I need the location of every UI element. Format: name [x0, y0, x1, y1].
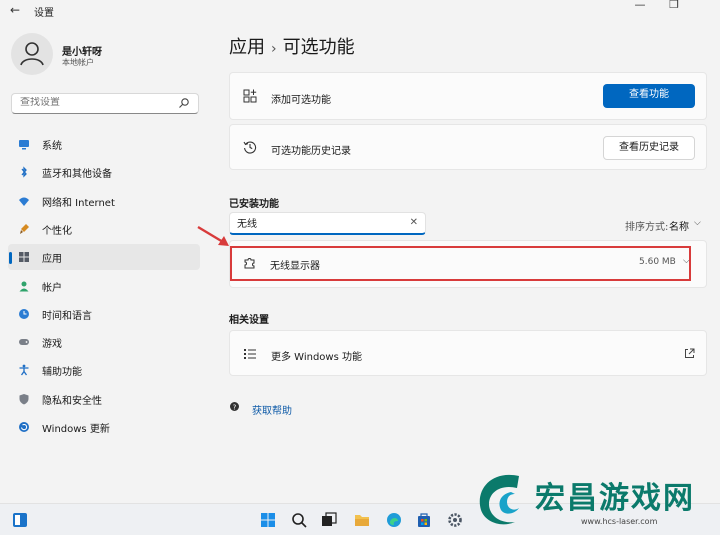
watermark-url: www.hcs-laser.com: [581, 517, 658, 526]
user-name: 是小轩呀: [62, 47, 102, 58]
view-history-button[interactable]: 查看历史记录: [603, 136, 695, 160]
sort-label: 排序方式:: [625, 222, 669, 233]
add-feature-icon: [243, 89, 257, 103]
list-icon: [244, 349, 256, 359]
sidebar-item[interactable]: 辅助功能: [8, 357, 200, 383]
title-bar: ← 设置 — ❐: [0, 0, 720, 22]
sidebar-item-label: 隐私和安全性: [42, 395, 102, 407]
person-icon: [20, 42, 44, 66]
sidebar-item-label: 游戏: [42, 339, 62, 351]
wifi-icon: [19, 197, 29, 206]
update-icon: [19, 422, 29, 432]
sidebar-item-label: 网络和 Internet: [42, 197, 115, 209]
sidebar-item-label: Windows 更新: [42, 424, 110, 435]
watermark-text: 宏昌游戏网: [535, 481, 695, 516]
gamepad-icon: [19, 339, 29, 346]
search-input[interactable]: [20, 97, 170, 108]
red-arrow-annotation: [197, 225, 229, 246]
help-icon: ?: [230, 402, 239, 411]
breadcrumb-parent[interactable]: 应用: [229, 37, 265, 58]
sidebar-item[interactable]: 隐私和安全性: [8, 386, 200, 412]
view-features-button[interactable]: 查看功能: [603, 84, 695, 108]
breadcrumb-separator: ›: [271, 41, 277, 57]
back-button[interactable]: ←: [6, 2, 24, 18]
apps-icon: [19, 252, 29, 263]
task-view-icon[interactable]: [321, 512, 337, 528]
sidebar-item-label: 个性化: [42, 225, 72, 237]
avatar[interactable]: [11, 33, 53, 75]
store-icon[interactable]: [416, 512, 432, 528]
sidebar-item[interactable]: 时间和语言: [8, 301, 200, 327]
shield-icon: [19, 393, 29, 405]
file-explorer-icon[interactable]: [354, 512, 370, 528]
installed-heading: 已安装功能: [229, 199, 279, 210]
sidebar-item-label: 帐户: [42, 282, 62, 294]
history-icon: [243, 141, 257, 154]
active-indicator: [9, 252, 12, 265]
add-feature-card: 添加可选功能 查看功能: [229, 72, 707, 120]
sidebar-item[interactable]: Windows 更新: [8, 414, 200, 440]
edge-icon[interactable]: [386, 512, 402, 528]
settings-icon[interactable]: [447, 512, 463, 528]
sidebar-item[interactable]: 帐户: [8, 273, 200, 299]
sidebar-item-label: 辅助功能: [42, 367, 82, 379]
brush-icon: [20, 223, 29, 234]
globe-clock-icon: [19, 308, 29, 319]
watermark: 宏昌游戏网 www.hcs-laser.com: [463, 462, 720, 535]
svg-text:?: ?: [233, 403, 237, 411]
sidebar-item[interactable]: 系统: [8, 131, 200, 157]
sidebar-item[interactable]: 应用: [8, 244, 200, 271]
installed-filter-input[interactable]: [237, 217, 397, 228]
accessibility-icon: [19, 364, 29, 376]
clear-icon[interactable]: ✕: [410, 217, 418, 228]
search-icon[interactable]: [178, 97, 190, 109]
more-windows-features-label: 更多 Windows 功能: [271, 352, 362, 363]
more-windows-features-card[interactable]: 更多 Windows 功能: [229, 330, 707, 376]
search-box[interactable]: [11, 93, 199, 114]
sidebar-item[interactable]: 蓝牙和其他设备: [8, 159, 200, 185]
highlight-box-annotation: [230, 246, 691, 281]
search-icon[interactable]: [291, 512, 307, 528]
bluetooth-icon: [21, 166, 27, 178]
monitor-icon: [19, 140, 29, 150]
page-title: 可选功能: [282, 37, 355, 58]
sort-dropdown[interactable]: 名称: [669, 218, 689, 233]
external-link-icon: [685, 348, 695, 358]
sidebar-item-label: 系统: [42, 141, 62, 152]
sidebar-item[interactable]: 个性化: [8, 216, 200, 242]
widgets-icon[interactable]: [12, 512, 28, 528]
sidebar-item[interactable]: 网络和 Internet: [8, 188, 200, 214]
chevron-down-icon[interactable]: ⌵: [694, 218, 701, 228]
get-help-link[interactable]: 获取帮助: [252, 402, 292, 417]
watermark-logo: [479, 474, 519, 525]
minimize-button[interactable]: —: [628, 0, 652, 13]
window-title: 设置: [34, 8, 54, 19]
history-card: 可选功能历史记录 查看历史记录: [229, 124, 707, 170]
breadcrumb: 应用 › 可选功能: [229, 33, 355, 59]
person-icon: [19, 281, 29, 291]
sidebar-item-label: 时间和语言: [42, 310, 92, 322]
restore-button[interactable]: ❐: [662, 0, 686, 13]
sidebar-item-label: 蓝牙和其他设备: [42, 169, 112, 181]
related-heading: 相关设置: [229, 315, 269, 326]
start-icon[interactable]: [260, 512, 276, 528]
history-label: 可选功能历史记录: [271, 146, 351, 157]
sidebar-item-label: 应用: [42, 254, 62, 266]
account-type: 本地帐户: [62, 58, 94, 67]
sidebar-item[interactable]: 游戏: [8, 329, 200, 355]
installed-filter-box[interactable]: ✕: [229, 212, 426, 235]
add-feature-label: 添加可选功能: [271, 95, 331, 106]
